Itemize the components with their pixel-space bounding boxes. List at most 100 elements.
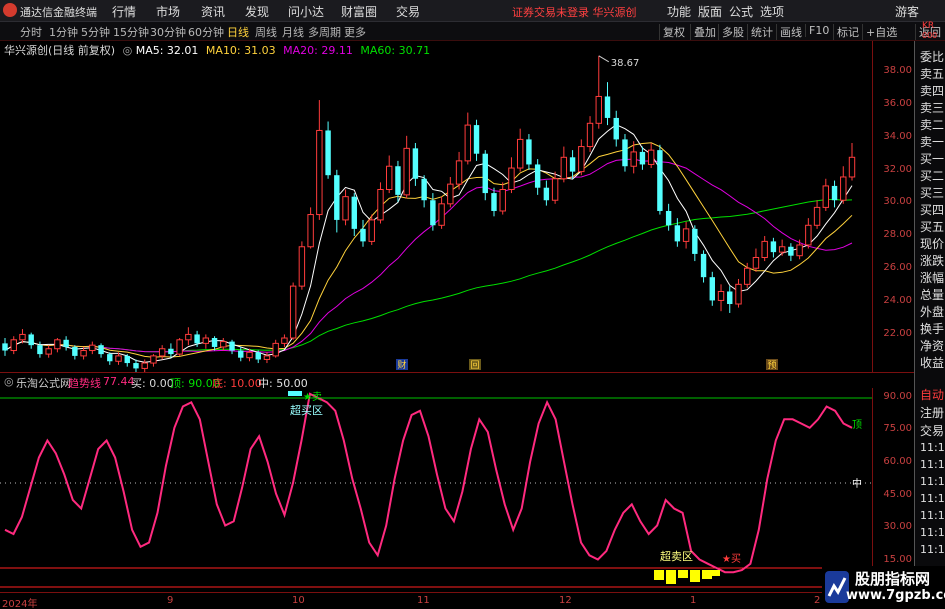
tdx-app: 通达信金融终端 行情 市场 资讯 发现 问小达 财富圈 交易 证券交易未登录 华… xyxy=(0,0,945,609)
period-daily[interactable]: 日线 xyxy=(227,24,249,40)
menu-shichang[interactable]: 市场 xyxy=(156,3,180,20)
candle-body xyxy=(526,139,532,165)
menu-banmian[interactable]: 版面 xyxy=(698,3,722,20)
mark-button[interactable]: 标记 xyxy=(833,24,862,40)
price-tick: 38.00 xyxy=(883,65,912,76)
panel-label-sell1: 卖一 xyxy=(920,135,945,149)
period-monthly[interactable]: 月线 xyxy=(282,24,304,40)
candle-body xyxy=(657,150,663,211)
menu-caifuquan[interactable]: 财富圈 xyxy=(341,3,377,20)
period-more[interactable]: 更多 xyxy=(344,24,366,40)
candle-body xyxy=(848,156,856,178)
candle-body xyxy=(595,95,602,124)
panel-time: 11:17 xyxy=(920,526,945,539)
panel-label-price: 现价 xyxy=(920,237,945,251)
candle-body xyxy=(342,196,349,221)
multi-stock-button[interactable]: 多股 xyxy=(718,24,747,40)
candle-body xyxy=(822,185,830,208)
candle-body xyxy=(37,345,43,355)
candle-body xyxy=(28,334,34,346)
candle-body xyxy=(307,214,314,248)
period-weekly[interactable]: 周线 xyxy=(255,24,277,40)
menu-youke[interactable]: 游客 xyxy=(895,3,919,20)
indicator-chart[interactable]: 超买区 ★卖 超卖区 ★买 顶中 90.00 75.00 60.00 45.00 30.… xyxy=(0,388,914,592)
menu-hangqing[interactable]: 行情 xyxy=(112,3,136,20)
indicator-axis: 90.00 75.00 60.00 45.00 30.00 15.00 xyxy=(872,388,914,592)
menu-zixun[interactable]: 资讯 xyxy=(201,3,225,20)
forecast-marker: 预 xyxy=(767,360,776,371)
add-favorite-button[interactable]: +自选 xyxy=(862,24,900,40)
panel-trade-link[interactable]: 交易 xyxy=(920,422,944,439)
period-30min[interactable]: 30分钟 xyxy=(150,24,186,40)
period-multi[interactable]: 多周期 xyxy=(308,24,341,40)
f10-button[interactable]: F10 xyxy=(805,24,832,37)
ma-toggle-icon[interactable]: ◎ xyxy=(123,44,133,57)
overlay-button[interactable]: 叠加 xyxy=(690,24,719,40)
ma60-line xyxy=(4,198,853,353)
candle-body xyxy=(107,354,113,362)
panel-register-link[interactable]: 注册 xyxy=(920,404,944,421)
candle-body xyxy=(255,352,261,360)
candle-body xyxy=(516,138,524,169)
candle-body xyxy=(796,244,803,257)
indicator-tick: 15.00 xyxy=(883,554,912,565)
panel-label-buy3: 买三 xyxy=(920,186,945,200)
menu-faxian[interactable]: 发现 xyxy=(245,3,269,20)
price-axis: 38.00 36.00 34.00 32.00 30.00 28.00 26.0… xyxy=(872,41,914,372)
menu-jiaoyi[interactable]: 交易 xyxy=(396,3,420,20)
period-5min[interactable]: 5分钟 xyxy=(81,24,110,40)
date-axis: 2024年 9 10 11 12 1 2 xyxy=(0,592,872,609)
candle-body xyxy=(455,160,463,185)
indicator-svg: 超买区★卖超卖区 ★买 顶中 xyxy=(0,391,872,588)
price-tick: 36.00 xyxy=(883,98,912,109)
candle-body xyxy=(551,178,559,201)
candle-body xyxy=(238,350,244,358)
candle-body xyxy=(150,355,157,364)
candle-body xyxy=(395,166,401,195)
oversold-bar xyxy=(678,570,688,578)
overbought-band xyxy=(288,391,302,396)
panel-time: 11:17 xyxy=(920,543,945,556)
candle-body xyxy=(674,225,681,242)
candle-body xyxy=(604,96,611,118)
candle-body xyxy=(2,343,8,351)
stock-name: 华兴源创(日线 前复权) xyxy=(4,44,116,57)
candle-body xyxy=(202,337,210,344)
candle-body xyxy=(360,228,366,242)
panel-auto-link[interactable]: 自动 xyxy=(920,386,944,403)
fuquan-button[interactable]: 复权 xyxy=(659,24,688,40)
period-fenshi[interactable]: 分时 xyxy=(20,24,42,40)
candle-body xyxy=(482,153,488,194)
kline-chart[interactable]: 38.6720.68财回预 华兴源创(日线 前复权) ◎ MA5: 32.01 … xyxy=(0,41,914,372)
candle-body xyxy=(141,362,148,369)
period-1min[interactable]: 1分钟 xyxy=(49,24,78,40)
menu-gongshi[interactable]: 公式 xyxy=(729,3,753,20)
stats-button[interactable]: 统计 xyxy=(747,24,776,40)
menu-gongneng[interactable]: 功能 xyxy=(667,3,691,20)
panel-time: 11:17 xyxy=(920,492,945,505)
panel-code-sub: 000 xyxy=(922,31,938,40)
panel-time: 11:16 xyxy=(920,458,945,471)
period-60min[interactable]: 60分钟 xyxy=(188,24,224,40)
candle-body xyxy=(421,178,427,201)
candle-body xyxy=(735,283,742,305)
candle-body xyxy=(80,350,87,357)
oversold-label: 超卖区 xyxy=(660,549,693,563)
menu-xuanxiang[interactable]: 选项 xyxy=(760,3,784,20)
period-15min[interactable]: 15分钟 xyxy=(113,24,149,40)
candle-body xyxy=(840,176,847,201)
ma60-value: MA60: 30.71 xyxy=(360,44,431,57)
draw-button[interactable]: 画线 xyxy=(776,24,805,40)
candle-body xyxy=(613,117,619,140)
indicator-toggle-icon[interactable]: ◎ xyxy=(4,375,14,388)
indicator-header: ◎ 乐淘公式网 趋势线 77.44 买: 0.00 顶: 90.00 底: 10… xyxy=(0,372,914,390)
app-logo-icon xyxy=(3,3,17,17)
menu-wenxiaoda[interactable]: 问小达 xyxy=(288,3,324,20)
candle-body xyxy=(334,175,340,220)
ma5-value: MA5: 32.01 xyxy=(135,44,199,57)
candle-body xyxy=(752,256,760,269)
high-price-label: 38.67 xyxy=(611,58,640,69)
indicator-tick: 75.00 xyxy=(883,423,912,434)
trend-line xyxy=(4,392,853,574)
date-tick: 12 xyxy=(559,595,572,606)
